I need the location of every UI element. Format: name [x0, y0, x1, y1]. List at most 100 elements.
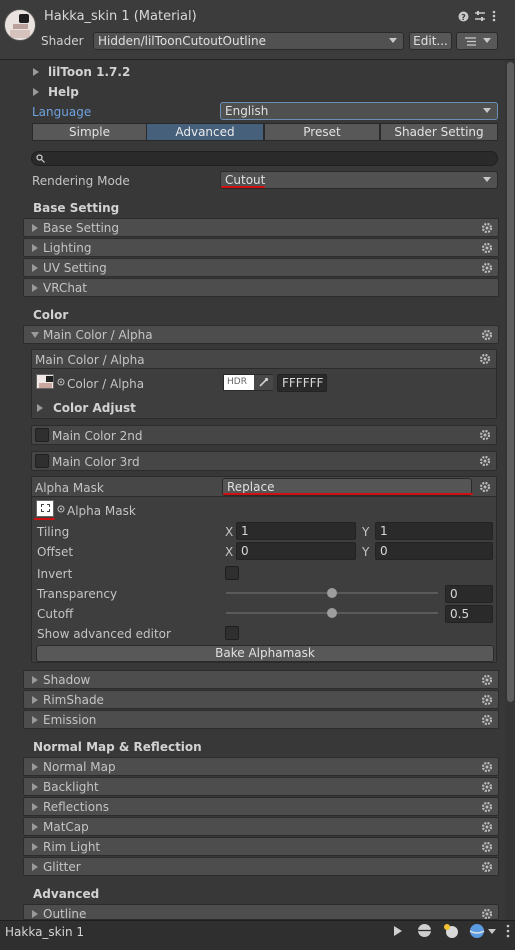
foldout-label: Shadow [43, 673, 91, 687]
gear-icon[interactable] [479, 455, 491, 467]
foldout-backlight[interactable]: Backlight [23, 777, 499, 796]
chevron-down-icon [483, 177, 491, 182]
gear-icon[interactable] [481, 761, 493, 773]
foldout-arrow-icon[interactable] [37, 404, 43, 412]
alpha-mask-texture-label: Alpha Mask [67, 504, 136, 518]
help-icon[interactable]: ? [458, 11, 469, 22]
foldout-shadow[interactable]: Shadow [23, 670, 499, 689]
color-texture-slot[interactable] [36, 374, 54, 389]
foldout-rimshade[interactable]: RimShade [23, 690, 499, 709]
foldout-vrchat[interactable]: VRChat [23, 278, 499, 297]
hex-color-field[interactable]: FFFFFF [277, 374, 327, 392]
preview-mesh-icon[interactable] [417, 923, 432, 938]
foldout-arrow-icon [32, 910, 38, 918]
invert-checkbox[interactable] [225, 566, 239, 580]
offset-x-label: X [225, 545, 234, 559]
tab-preset[interactable]: Preset [264, 123, 380, 141]
gear-icon[interactable] [481, 242, 493, 254]
foldout-label: Base Setting [43, 221, 120, 235]
chevron-down-icon[interactable] [488, 929, 496, 934]
gear-icon[interactable] [479, 353, 491, 365]
gear-icon[interactable] [481, 694, 493, 706]
eyedropper-button[interactable] [254, 375, 273, 390]
transparency-slider-handle[interactable] [327, 588, 337, 598]
foldout-main-color-alpha[interactable]: Main Color / Alpha [23, 325, 499, 344]
material-title: Hakka_skin 1 (Material) [44, 9, 197, 24]
gear-icon[interactable] [481, 841, 493, 853]
foldout-reflections[interactable]: Reflections [23, 797, 499, 816]
alpha-mask-texture-slot[interactable] [36, 500, 54, 517]
annotation-underline [221, 186, 265, 188]
foldout-arrow-icon [32, 284, 38, 292]
language-dropdown[interactable]: English [220, 102, 498, 120]
enable-checkbox[interactable] [35, 428, 49, 442]
cutoff-slider-handle[interactable] [327, 608, 337, 618]
gear-icon[interactable] [481, 801, 493, 813]
foldout-matcap[interactable]: MatCap [23, 817, 499, 836]
gear-icon[interactable] [481, 714, 493, 726]
foldout-arrow-icon[interactable] [33, 68, 39, 76]
cutoff-field[interactable]: 0.5 [445, 605, 493, 623]
shader-options-button[interactable] [456, 32, 498, 50]
bake-alphamask-button[interactable]: Bake Alphamask [36, 645, 494, 662]
foldout-normal-map[interactable]: Normal Map [23, 757, 499, 776]
foldout-emission[interactable]: Emission [23, 710, 499, 729]
panel-title: Main Color / Alpha [35, 353, 145, 367]
shader-value: Hidden/lilToonCutoutOutline [98, 34, 266, 48]
gear-icon[interactable] [481, 908, 493, 920]
scrollbar-thumb[interactable] [507, 62, 514, 702]
kebab-menu-icon[interactable] [491, 10, 497, 22]
gear-icon[interactable] [481, 222, 493, 234]
language-value: English [225, 104, 269, 118]
annotation-underline [223, 493, 473, 495]
presets-icon[interactable] [474, 10, 486, 22]
tiling-x-field[interactable]: 1 [236, 522, 356, 540]
gear-icon[interactable] [479, 481, 491, 493]
cutoff-label: Cutoff [37, 607, 74, 621]
offset-y-field[interactable]: 0 [375, 542, 493, 560]
tab-simple[interactable]: Simple [32, 123, 147, 141]
transparency-field[interactable]: 0 [445, 585, 493, 603]
tab-advanced[interactable]: Advanced [146, 123, 264, 141]
help-foldout[interactable]: Help [48, 85, 79, 99]
foldout-arrow-icon[interactable] [33, 88, 39, 96]
enable-checkbox[interactable] [35, 454, 49, 468]
liltoon-version-foldout[interactable]: lilToon 1.7.2 [48, 65, 130, 79]
color-swatch[interactable]: HDR [223, 374, 273, 391]
foldout-label: Reflections [43, 800, 109, 814]
gear-icon[interactable] [481, 861, 493, 873]
foldout-base-setting[interactable]: Base Setting [23, 218, 499, 237]
gear-icon[interactable] [481, 262, 493, 274]
tab-shader-setting[interactable]: Shader Setting [380, 123, 498, 141]
material-preview-thumbnail[interactable] [4, 9, 36, 41]
edit-shader-button[interactable]: Edit... [409, 32, 452, 50]
offset-x-field[interactable]: 0 [236, 542, 356, 560]
foldout-rim-light[interactable]: Rim Light [23, 837, 499, 856]
foldout-label: Emission [43, 713, 97, 727]
color-adjust-foldout[interactable]: Color Adjust [53, 401, 136, 415]
gear-icon[interactable] [481, 674, 493, 686]
lighting-mode-icon[interactable] [443, 923, 459, 939]
foldout-main-color-3rd[interactable]: Main Color 3rd [31, 451, 497, 471]
show-advanced-editor-checkbox[interactable] [225, 626, 239, 640]
play-icon[interactable] [393, 925, 403, 937]
foldout-label: Outline [43, 907, 87, 920]
gear-icon[interactable] [481, 329, 493, 341]
foldout-lighting[interactable]: Lighting [23, 238, 499, 257]
gear-icon[interactable] [481, 781, 493, 793]
shader-dropdown[interactable]: Hidden/lilToonCutoutOutline [93, 32, 404, 50]
foldout-main-color-2nd[interactable]: Main Color 2nd [31, 425, 497, 445]
tiling-y-label: Y [362, 525, 370, 539]
kebab-menu-icon[interactable] [505, 924, 511, 938]
gear-icon[interactable] [479, 429, 491, 441]
foldout-glitter[interactable]: Glitter [23, 857, 499, 876]
texture-picker-icon[interactable] [57, 505, 65, 513]
search-input[interactable] [31, 151, 498, 166]
list-icon [465, 37, 476, 46]
foldout-outline[interactable]: Outline [23, 904, 499, 920]
tiling-y-field[interactable]: 1 [375, 522, 493, 540]
preview-sphere-icon[interactable] [469, 923, 485, 939]
gear-icon[interactable] [481, 821, 493, 833]
foldout-uv-setting[interactable]: UV Setting [23, 258, 499, 277]
texture-picker-icon[interactable] [57, 378, 65, 386]
